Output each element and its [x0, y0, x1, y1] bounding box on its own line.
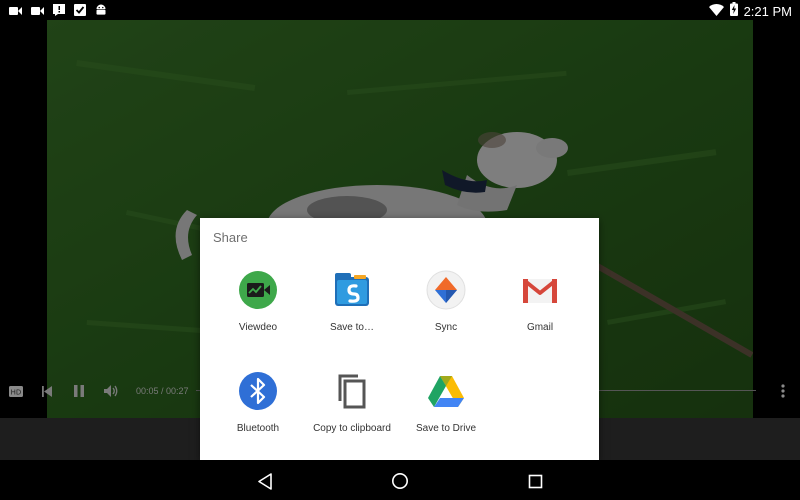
alert-icon: [53, 3, 65, 21]
more-vert-icon[interactable]: [776, 375, 790, 407]
share-target-save-to[interactable]: Save to…: [305, 270, 399, 350]
navigation-bar: [0, 460, 800, 500]
share-target-label: Gmail: [526, 322, 554, 333]
share-target-bluetooth[interactable]: Bluetooth: [211, 371, 305, 451]
share-target-label: Sync: [434, 322, 458, 333]
share-target-viewdeo[interactable]: Viewdeo: [211, 270, 305, 350]
save-to-icon: [332, 270, 372, 310]
status-bar: 2:21 PM: [0, 0, 800, 20]
video-camera-icon: [9, 3, 22, 21]
video-camera-icon: [31, 3, 44, 21]
share-target-label: Save to Drive: [415, 423, 477, 434]
battery-charging-icon: [729, 2, 738, 21]
pause-icon[interactable]: [72, 375, 86, 407]
google-drive-icon: [426, 371, 466, 411]
android-icon: [95, 3, 107, 21]
share-target-label: Save to…: [330, 322, 374, 333]
wifi-icon: [708, 3, 724, 21]
back-button[interactable]: [254, 470, 276, 492]
share-target-sync[interactable]: Sync: [399, 270, 493, 350]
share-sheet-title: Share: [213, 230, 248, 245]
share-target-label: Bluetooth: [236, 423, 280, 434]
viewdeo-icon: [238, 270, 278, 310]
copy-icon: [332, 371, 372, 411]
share-target-gmail[interactable]: Gmail: [493, 270, 587, 350]
svg-text:HD: HD: [11, 388, 22, 396]
sync-icon: [426, 270, 466, 310]
gmail-icon: [520, 270, 560, 310]
share-target-label: Viewdeo: [238, 322, 278, 333]
home-button[interactable]: [389, 470, 411, 492]
share-target-copy-to-clipboard[interactable]: Copy to clipboard: [305, 371, 399, 451]
check-box-icon: [74, 3, 86, 21]
hd-badge[interactable]: HD: [8, 375, 24, 407]
bluetooth-icon: [238, 371, 278, 411]
playback-time: 00:05 / 00:27: [136, 386, 189, 396]
share-target-label: Copy to clipboard: [313, 423, 391, 434]
recents-button[interactable]: [524, 470, 546, 492]
previous-icon[interactable]: [40, 375, 54, 407]
share-sheet: Share Viewdeo Save to… Sync Gmail Blueto…: [200, 218, 599, 460]
share-target-save-to-drive[interactable]: Save to Drive: [399, 371, 493, 451]
volume-icon[interactable]: [103, 375, 119, 407]
clock: 2:21 PM: [743, 4, 792, 19]
